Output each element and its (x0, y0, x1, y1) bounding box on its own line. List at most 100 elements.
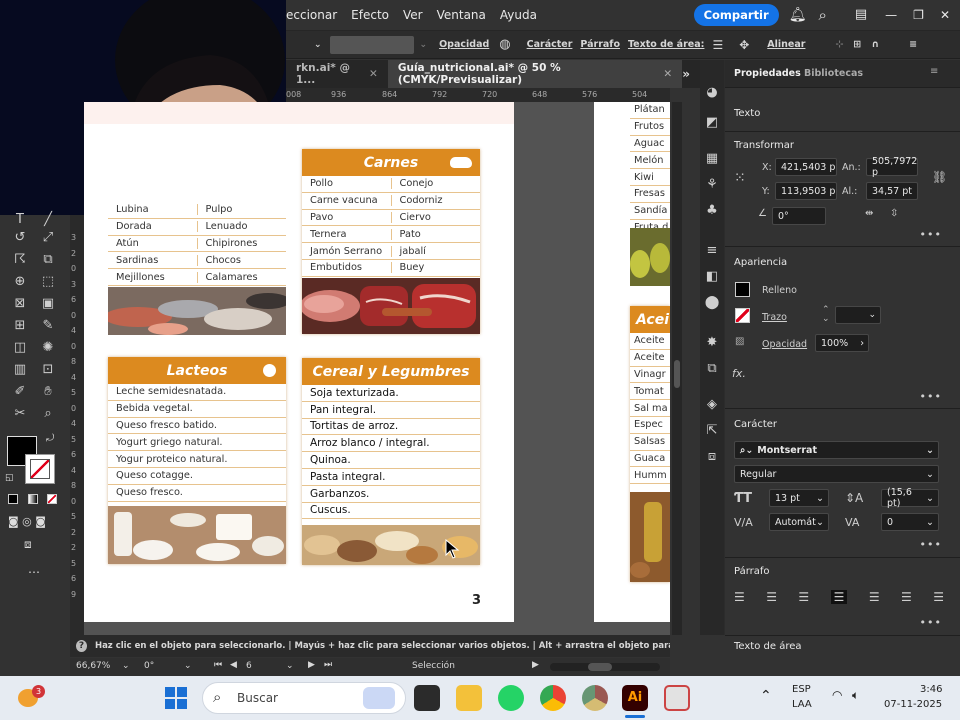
menu-effect[interactable]: Efecto (351, 8, 389, 22)
menu-help[interactable]: Ayuda (500, 8, 537, 22)
bell-icon[interactable]: 🔔︎ (789, 7, 807, 23)
symbols-panel-icon[interactable]: ♣ (702, 200, 722, 220)
eraser-tool-icon[interactable]: ✂ (10, 403, 30, 423)
chevron-down-icon[interactable]: ⌄ (420, 40, 428, 50)
font-family-field[interactable]: ⌕⌄ Montserrat ⌄ (734, 441, 939, 459)
menu-view[interactable]: Ver (403, 8, 423, 22)
leading-field[interactable]: (15,6 pt) ⌄ (881, 487, 939, 509)
export-panel-icon[interactable]: ⇱ (702, 420, 722, 440)
none-mode-icon[interactable] (47, 494, 57, 504)
default-colors-icon[interactable]: ◱ (5, 473, 14, 483)
close-icon[interactable]: ✕ (940, 8, 950, 22)
warp-tool-icon[interactable]: ☈ (10, 249, 30, 269)
chevron-down-icon[interactable]: ⌄ (286, 661, 294, 671)
stroke-panel-icon[interactable]: ≡ (702, 240, 722, 260)
screen-mode-icon[interactable]: ⧈ (24, 537, 32, 552)
align-left-icon[interactable]: ☰ (734, 590, 745, 604)
volume-icon[interactable]: 🔈︎ (852, 688, 859, 703)
y-field[interactable]: 113,9503 p (775, 182, 837, 200)
type-tool-icon[interactable]: T (10, 209, 30, 229)
perspective-icon[interactable]: ⊠ (10, 293, 30, 313)
justify-all-icon[interactable]: ☰ (933, 590, 944, 604)
card-cereal-legumbres[interactable]: Cereal y Legumbres Soja texturizada. Pan … (302, 358, 480, 565)
mesh-tool-icon[interactable]: ⊞ (10, 315, 30, 335)
gradient-tool-icon[interactable]: ▣ (38, 293, 58, 313)
workspace-icon[interactable]: ▤ (855, 7, 867, 22)
scrollbar-thumb[interactable] (588, 663, 612, 671)
more-options-icon[interactable]: ••• (920, 390, 942, 403)
horizontal-scrollbar[interactable] (550, 663, 660, 671)
swatches-panel-icon[interactable]: ▦ (702, 148, 722, 168)
color-mode-icon[interactable] (8, 494, 18, 504)
free-transform-icon[interactable]: ⧉ (38, 249, 58, 269)
eyedropper-icon[interactable]: ✎ (38, 315, 58, 335)
puppet-icon[interactable]: ✥ (739, 38, 749, 52)
align-right-icon[interactable]: ☰ (798, 590, 809, 604)
flip-horizontal-icon[interactable]: ⇹ (865, 208, 873, 219)
layers-panel-icon[interactable]: ◈ (702, 394, 722, 414)
wifi-icon[interactable]: ◠ (832, 688, 842, 702)
font-size-field[interactable]: 13 pt ⌄ (769, 489, 829, 507)
opacity-label[interactable]: Opacidad (762, 339, 807, 350)
area-text-link[interactable]: Texto de área: (628, 39, 704, 50)
card-pescados[interactable]: Lubina Pulpo Dorada Lenuado Atún Chipirones Sa… (108, 202, 286, 335)
tab-document-1[interactable]: rkn.ai* @ 1... ✕ (286, 60, 388, 88)
slice-tool-icon[interactable]: ✐ (10, 381, 30, 401)
kerning-field[interactable]: Automát ⌄ (769, 513, 829, 531)
align-center-icon[interactable]: ☰ (766, 590, 777, 604)
zoom-level[interactable]: 66,67% (76, 661, 110, 671)
restore-icon[interactable]: ❐ (913, 8, 924, 22)
transform-icon[interactable]: ⊹ (835, 39, 843, 50)
close-icon[interactable]: ✕ (369, 68, 378, 80)
share-button[interactable]: Compartir (693, 3, 779, 26)
tab-properties[interactable]: Propiedades (734, 68, 801, 79)
menu-icon[interactable]: ≡ (909, 39, 917, 50)
more-tools-icon[interactable]: ⋯ (28, 565, 40, 579)
clock-time[interactable]: 3:46 (920, 684, 942, 695)
search-icon[interactable]: ⌕ (818, 6, 826, 24)
graphic-styles-icon[interactable]: ✸ (702, 332, 722, 352)
opacity-field[interactable]: 100% › (815, 334, 869, 352)
rotation-value[interactable]: 0° (144, 661, 154, 671)
brushes-panel-icon[interactable]: ⚘ (702, 174, 722, 194)
scrollbar-thumb[interactable] (674, 360, 680, 388)
language-label[interactable]: ESP (792, 684, 811, 695)
blend-tool-icon[interactable]: ◫ (10, 337, 30, 357)
draw-mode-icon[interactable]: ◙ ◎ ◙ (8, 515, 46, 528)
rotation-field[interactable]: 0° (772, 207, 826, 225)
reference-point-icon[interactable]: ⁙ (734, 170, 746, 186)
asset-export-icon[interactable]: ⧉ (702, 358, 722, 378)
chevron-down-icon[interactable]: ⌄ (184, 661, 192, 671)
menu-select[interactable]: eccionar (286, 8, 337, 22)
whatsapp-icon[interactable] (498, 685, 524, 711)
align-icon[interactable]: ☰ (712, 38, 723, 52)
appearance-panel-icon[interactable]: ⬤ (702, 292, 722, 312)
widgets-icon[interactable]: 3 (16, 685, 45, 711)
prev-artboard-icon[interactable]: ◀ (230, 660, 237, 670)
tab-libraries[interactable]: Bibliotecas (804, 68, 863, 79)
snipping-tool-icon[interactable] (664, 685, 690, 711)
panel-menu-icon[interactable]: ≡ (930, 66, 938, 77)
stroke-weight-field[interactable]: ⌄ (835, 306, 881, 324)
chrome-icon[interactable] (540, 685, 566, 711)
font-style-field[interactable]: Regular ⌄ (734, 465, 939, 483)
scale-tool-icon[interactable]: ⤢ (38, 227, 58, 247)
taskbar-search[interactable]: ⌕ Buscar (202, 682, 406, 714)
stroke-stepper-icon[interactable]: ⌃ ⌄ (822, 306, 830, 324)
chevron-down-icon[interactable]: ⌄ (122, 661, 130, 671)
file-explorer-icon[interactable] (456, 685, 482, 711)
color-panel-icon[interactable]: ◕ (702, 82, 722, 102)
keyboard-layout-label[interactable]: LAA (792, 699, 812, 710)
globe-icon[interactable]: ◍ (499, 37, 510, 52)
chevron-up-icon[interactable]: ⌃ (760, 688, 772, 704)
rotate-tool-icon[interactable]: ↺ (10, 227, 30, 247)
justify-center-icon[interactable]: ☰ (869, 590, 880, 604)
minimize-icon[interactable]: — (885, 8, 897, 22)
artboard-page-4[interactable]: Plátan Frutos Aguac Melón Kiwi Fresas Sandía Fr… (594, 102, 670, 622)
windows-start-icon[interactable] (165, 687, 187, 709)
last-artboard-icon[interactable]: ⏭ (324, 660, 332, 670)
symbol-sprayer-icon[interactable]: ✺ (38, 337, 58, 357)
fill-color-swatch[interactable] (735, 282, 750, 297)
justify-right-icon[interactable]: ☰ (901, 590, 912, 604)
shape-builder-icon[interactable]: ⊕ (10, 271, 30, 291)
